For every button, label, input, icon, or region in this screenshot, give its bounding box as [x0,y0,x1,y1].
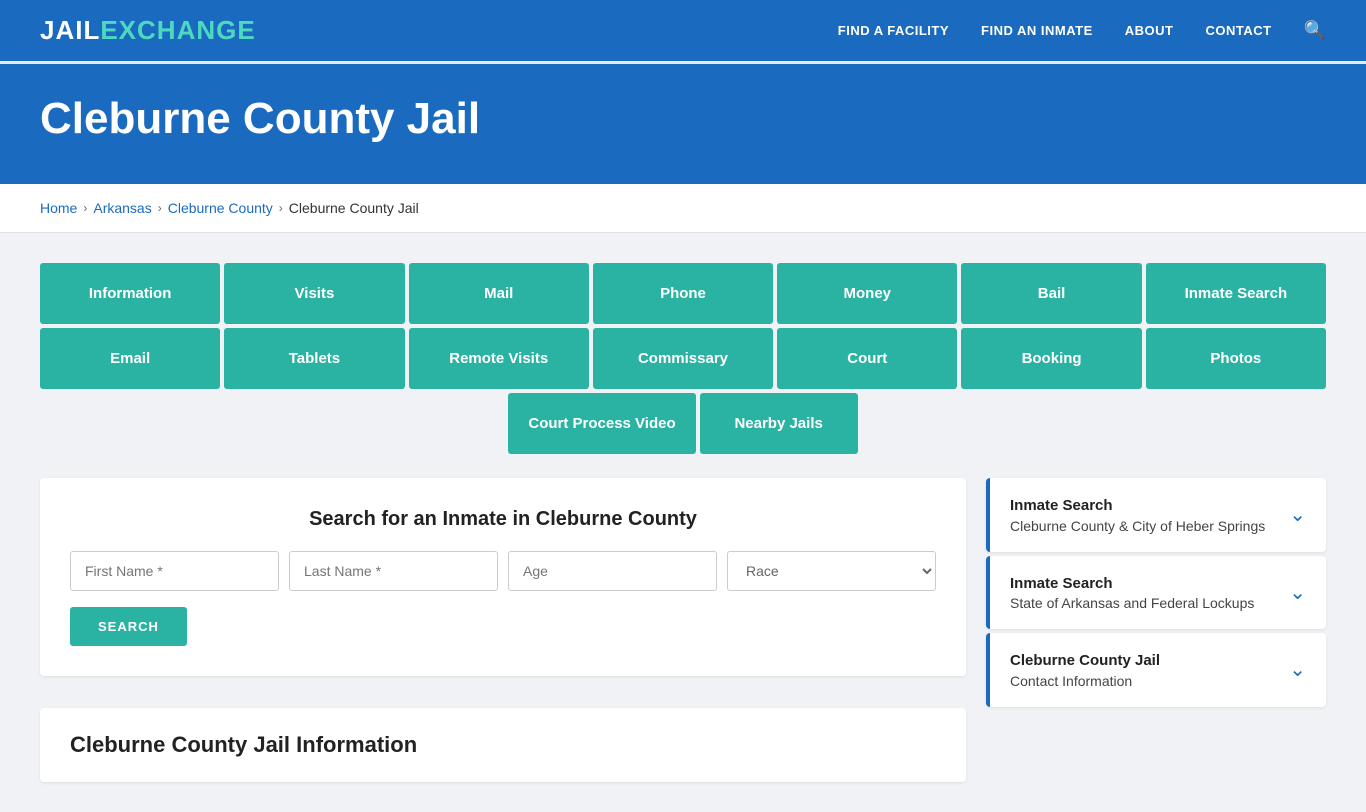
sidebar-item-arkansas-header[interactable]: Inmate Search State of Arkansas and Fede… [986,556,1326,630]
sidebar-item-contact-title: Cleburne County Jail [1010,651,1160,671]
btn-booking[interactable]: Booking [961,328,1141,389]
sidebar-item-cleburne-title: Inmate Search [1010,496,1265,516]
chevron-down-icon: ⌄ [1289,502,1306,527]
lower-section: Search for an Inmate in Cleburne County … [40,478,1326,782]
search-title: Search for an Inmate in Cleburne County [70,508,936,531]
sidebar-item-cleburne: Inmate Search Cleburne County & City of … [986,478,1326,552]
nav-find-facility[interactable]: FIND A FACILITY [838,23,949,38]
main-content: Information Visits Mail Phone Money Bail… [0,233,1366,812]
logo-jail: JAIL [40,15,100,46]
sidebar-item-contact-subtitle: Contact Information [1010,673,1160,689]
breadcrumb-cleburne-county[interactable]: Cleburne County [168,200,273,216]
chevron-down-icon-2: ⌄ [1289,580,1306,605]
btn-remote-visits[interactable]: Remote Visits [409,328,589,389]
chevron-down-icon-3: ⌄ [1289,657,1306,682]
search-inputs: Race White Black Hispanic Asian Other [70,551,936,591]
grid-row-2: Email Tablets Remote Visits Commissary C… [40,328,1326,389]
nav-links: FIND A FACILITY FIND AN INMATE ABOUT CON… [838,20,1326,41]
sidebar-item-contact: Cleburne County Jail Contact Information… [986,633,1326,707]
breadcrumb-sep-3: › [279,201,283,215]
nav-find-inmate[interactable]: FIND AN INMATE [981,23,1093,38]
last-name-input[interactable] [289,551,498,591]
left-column: Search for an Inmate in Cleburne County … [40,478,966,782]
search-icon[interactable]: 🔍 [1304,20,1326,41]
btn-photos[interactable]: Photos [1146,328,1326,389]
sidebar-item-arkansas-title: Inmate Search [1010,574,1254,594]
logo[interactable]: JAIL EXCHANGE [40,15,256,46]
first-name-input[interactable] [70,551,279,591]
btn-tablets[interactable]: Tablets [224,328,404,389]
btn-email[interactable]: Email [40,328,220,389]
search-card: Search for an Inmate in Cleburne County … [40,478,966,676]
info-title: Cleburne County Jail Information [70,732,936,758]
sidebar-item-cleburne-header[interactable]: Inmate Search Cleburne County & City of … [986,478,1326,552]
nav-contact[interactable]: CONTACT [1205,23,1271,38]
breadcrumb-sep-1: › [83,201,87,215]
page-title: Cleburne County Jail [40,94,1326,144]
logo-exchange: EXCHANGE [100,15,255,46]
btn-court-process-video[interactable]: Court Process Video [508,393,695,454]
sidebar-item-arkansas-text: Inmate Search State of Arkansas and Fede… [1010,574,1254,612]
sidebar: Inmate Search Cleburne County & City of … [986,478,1326,711]
grid-row-1: Information Visits Mail Phone Money Bail… [40,263,1326,324]
age-input[interactable] [508,551,717,591]
btn-nearby-jails[interactable]: Nearby Jails [700,393,858,454]
sidebar-item-arkansas: Inmate Search State of Arkansas and Fede… [986,556,1326,630]
grid-row-3: Court Process Video Nearby Jails [40,393,1326,454]
breadcrumb: Home › Arkansas › Cleburne County › Cleb… [0,184,1366,233]
breadcrumb-arkansas[interactable]: Arkansas [93,200,151,216]
sidebar-item-contact-text: Cleburne County Jail Contact Information [1010,651,1160,689]
breadcrumb-sep-2: › [158,201,162,215]
sidebar-item-arkansas-subtitle: State of Arkansas and Federal Lockups [1010,595,1254,611]
sidebar-item-cleburne-text: Inmate Search Cleburne County & City of … [1010,496,1265,534]
sidebar-item-contact-header[interactable]: Cleburne County Jail Contact Information… [986,633,1326,707]
sidebar-item-cleburne-subtitle: Cleburne County & City of Heber Springs [1010,518,1265,534]
btn-inmate-search[interactable]: Inmate Search [1146,263,1326,324]
race-select[interactable]: Race White Black Hispanic Asian Other [727,551,936,591]
btn-commissary[interactable]: Commissary [593,328,773,389]
btn-bail[interactable]: Bail [961,263,1141,324]
btn-information[interactable]: Information [40,263,220,324]
breadcrumb-current: Cleburne County Jail [289,200,419,216]
info-section: Cleburne County Jail Information [40,708,966,782]
navbar: JAIL EXCHANGE FIND A FACILITY FIND AN IN… [0,0,1366,64]
btn-court[interactable]: Court [777,328,957,389]
btn-visits[interactable]: Visits [224,263,404,324]
nav-about[interactable]: ABOUT [1125,23,1174,38]
search-button[interactable]: SEARCH [70,607,187,646]
btn-phone[interactable]: Phone [593,263,773,324]
breadcrumb-home[interactable]: Home [40,200,77,216]
btn-mail[interactable]: Mail [409,263,589,324]
btn-money[interactable]: Money [777,263,957,324]
hero-section: Cleburne County Jail [0,64,1366,184]
